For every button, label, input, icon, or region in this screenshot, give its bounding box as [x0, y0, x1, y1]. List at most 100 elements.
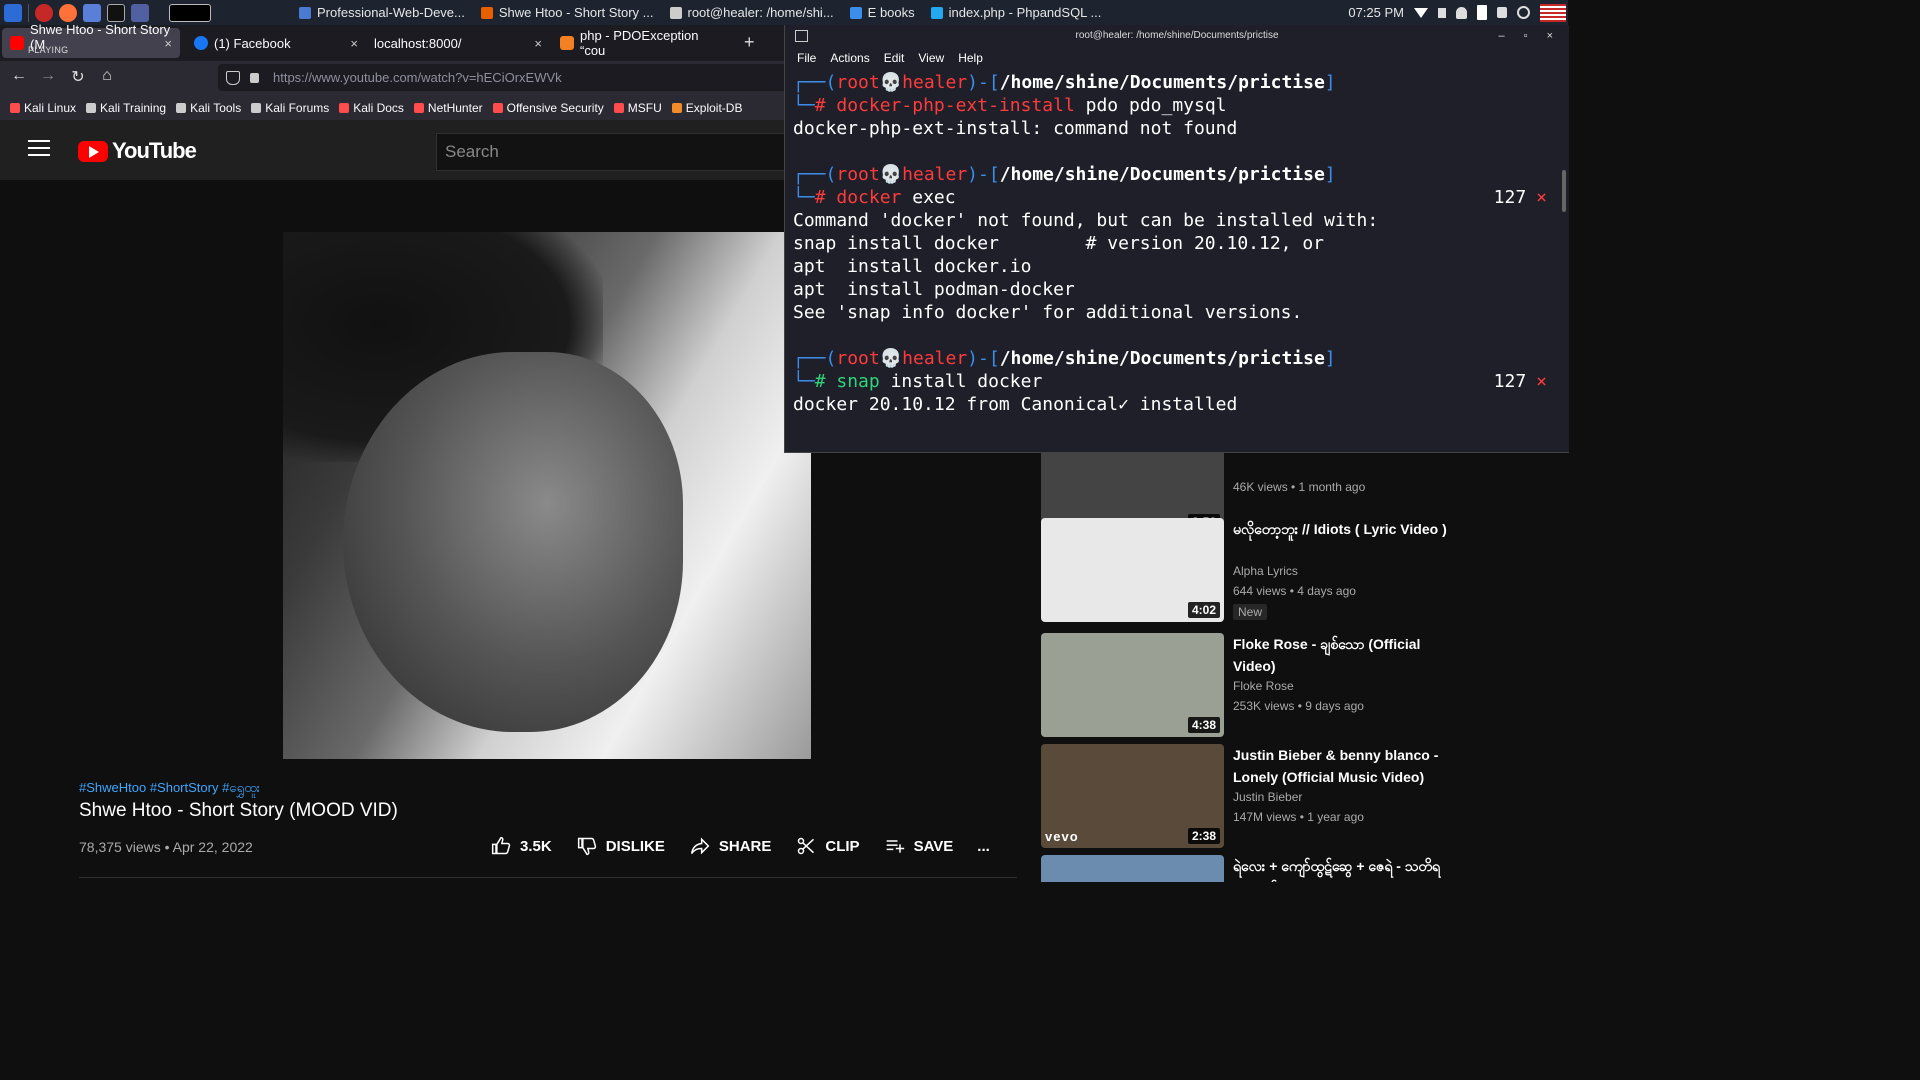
thumbs-up-icon	[491, 836, 511, 855]
recommendation-title[interactable]: မလိုတော့ဘူး // Idiots ( Lyric Video )	[1233, 518, 1453, 540]
share-button[interactable]: SHARE	[689, 836, 772, 856]
close-tab-icon[interactable]: ×	[164, 36, 172, 51]
recommendation-channel[interactable]: Floke Rose	[1233, 679, 1294, 693]
url-text[interactable]: https://www.youtube.com/watch?v=hECiOrxE…	[273, 70, 562, 85]
dislike-button[interactable]: DISLIKE	[576, 836, 665, 856]
lock-icon[interactable]	[250, 72, 259, 83]
exit-code-value: 127	[1493, 187, 1527, 208]
shield-icon[interactable]	[226, 70, 240, 85]
forward-button[interactable]: →	[38, 67, 58, 85]
firefox-icon[interactable]	[59, 3, 77, 22]
bookmark-item[interactable]: Kali Forums	[251, 101, 329, 115]
like-button[interactable]: 3.5K	[490, 836, 552, 856]
window-list: Professional-Web-Deve... Shwe Htoo - Shor…	[291, 0, 1109, 25]
save-button[interactable]: SAVE	[884, 836, 953, 856]
youtube-logo[interactable]: YouTube	[78, 138, 197, 164]
wifi-icon[interactable]	[1414, 7, 1428, 18]
lock-icon[interactable]	[1497, 7, 1507, 18]
bookmark-item[interactable]: Kali Docs	[339, 101, 404, 115]
back-button[interactable]: ←	[9, 67, 29, 85]
terminal-menu-edit[interactable]: Edit	[884, 51, 905, 65]
taskbar-window-2[interactable]: root@healer: /home/shi...	[662, 0, 842, 25]
recommendation-title[interactable]: ရဲလေး + ကျော်ထွဋ်ဆွေ + ဇေရဲ - သတိရသနေခင်…	[1233, 855, 1453, 882]
battery-icon[interactable]	[1477, 5, 1487, 20]
window-controls[interactable]: – ▫ ×	[1498, 25, 1561, 47]
video-duration: 4:38	[1187, 717, 1220, 733]
terminal-menu-view[interactable]: View	[918, 51, 944, 65]
cherrytree-icon[interactable]	[35, 3, 53, 22]
workspace-icon[interactable]	[131, 3, 149, 22]
menu-icon[interactable]	[28, 140, 50, 158]
bookmark-item[interactable]: Offensive Security	[492, 100, 604, 115]
recommendation-thumbnail[interactable]: 4:38	[1041, 633, 1224, 737]
active-window-thumbnail[interactable]	[169, 3, 211, 22]
bookmark-item[interactable]: NetHunter	[413, 101, 483, 115]
recommendation-item[interactable]: 4:02 မလိုတော့ဘူး // Idiots ( Lyric Video …	[1041, 518, 1541, 622]
bookmark-item[interactable]: Exploit-DB	[671, 101, 742, 115]
notifications-icon[interactable]	[1456, 6, 1467, 19]
taskbar-window-4[interactable]: index.php - PhpandSQL ...	[923, 0, 1110, 25]
terminal-window[interactable]: root@healer: /home/shine/Documents/prict…	[784, 25, 1569, 453]
recommendation-thumbnail[interactable]: 4:02	[1041, 518, 1224, 622]
power-icon[interactable]	[1517, 6, 1530, 19]
recommendation-channel[interactable]: Justin Bieber	[1233, 790, 1302, 804]
terminal-menu-actions[interactable]: Actions	[830, 51, 869, 65]
more-actions-button[interactable]: ...	[977, 838, 990, 855]
command-args: exec	[901, 187, 956, 208]
bookmark-icon	[671, 102, 682, 113]
kali-menu-icon[interactable]	[4, 3, 22, 22]
prompt-path: /home/shine/Documents/prictise	[999, 164, 1325, 185]
taskbar-window-3[interactable]: E books	[842, 0, 923, 25]
prompt-host: healer	[902, 164, 968, 185]
tab-playing-label: PLAYING	[28, 45, 69, 55]
reload-button[interactable]: ↻	[68, 67, 88, 87]
bookmark-icon	[613, 102, 624, 113]
bookmark-item[interactable]: MSFU	[613, 101, 662, 115]
bookmark-icon	[10, 102, 20, 113]
clock[interactable]: 07:25 PM	[1348, 5, 1404, 20]
close-tab-icon[interactable]: ×	[534, 36, 542, 51]
home-button[interactable]: ⌂	[97, 67, 117, 85]
playlist-add-icon	[886, 840, 904, 853]
recommendation-thumbnail[interactable]	[1041, 855, 1224, 882]
share-label: SHARE	[718, 837, 772, 855]
terminal-scrollbar[interactable]	[1562, 170, 1566, 212]
terminal-output[interactable]: ┌──(root💀healer)-[/home/shine/Documents/…	[785, 69, 1569, 416]
video-hashtags[interactable]: #ShweHtoo #ShortStory #ရွှေထူး	[79, 780, 260, 799]
bookmark-item[interactable]: Kali Training	[86, 101, 166, 115]
recommendation-channel[interactable]: Alpha Lyrics	[1233, 564, 1298, 578]
us-flag-icon[interactable]	[1540, 3, 1566, 22]
metasploit-icon[interactable]	[83, 3, 101, 22]
thumbs-down-icon	[577, 837, 596, 856]
close-tab-icon[interactable]: ×	[350, 36, 358, 51]
tab-youtube[interactable]: Shwe Htoo - Short Story (M PLAYING ×	[2, 22, 180, 58]
bookmark-item[interactable]: Kali Linux	[10, 101, 76, 115]
tab-stackoverflow[interactable]: php - PDOException “cou	[552, 28, 732, 58]
new-tab-button[interactable]: +	[744, 33, 755, 51]
clip-button[interactable]: CLIP	[795, 836, 860, 856]
bookmark-item[interactable]: Kali Tools	[176, 101, 241, 115]
taskbar-window-0[interactable]: Professional-Web-Deve...	[291, 0, 473, 25]
bookmark-label: Offensive Security	[506, 100, 604, 115]
taskbar-window-1[interactable]: Shwe Htoo - Short Story ...	[473, 0, 662, 25]
recommendation-title[interactable]: Justin Bieber & benny blanco - Lonely (O…	[1233, 744, 1453, 788]
video-player[interactable]	[283, 232, 811, 759]
recommendation-title[interactable]: Floke Rose - ချစ်သော (Official Video)	[1233, 633, 1453, 677]
terminal-menu-help[interactable]: Help	[958, 51, 983, 65]
terminal-menu-file[interactable]: File	[797, 51, 816, 65]
recommendation-thumbnail[interactable]: 2:38 vevo	[1041, 744, 1224, 848]
terminal-titlebar[interactable]: root@healer: /home/shine/Documents/prict…	[785, 25, 1569, 47]
terminal-icon[interactable]	[107, 3, 125, 22]
recommendation-views: 253K views • 9 days ago	[1233, 699, 1364, 713]
skull-icon: 💀	[879, 164, 903, 185]
tab-facebook[interactable]: (1) Facebook ×	[186, 28, 366, 58]
tab-localhost[interactable]: localhost:8000/ ×	[366, 28, 550, 58]
video-duration: 4:02	[1187, 602, 1220, 618]
output-line: See 'snap info docker' for additional ve…	[793, 302, 1303, 323]
recommendation-item[interactable]: 2:38 vevo Justin Bieber & benny blanco - L…	[1041, 744, 1541, 848]
recommendation-item[interactable]: 4:38 Floke Rose - ချစ်သော (Official Video…	[1041, 633, 1541, 737]
prompt-user: root	[836, 164, 880, 185]
recommendation-item[interactable]: ရဲလေး + ကျော်ထွဋ်ဆွေ + ဇေရဲ - သတိရသနေခင်…	[1041, 855, 1541, 882]
volume-icon[interactable]	[1438, 7, 1446, 18]
